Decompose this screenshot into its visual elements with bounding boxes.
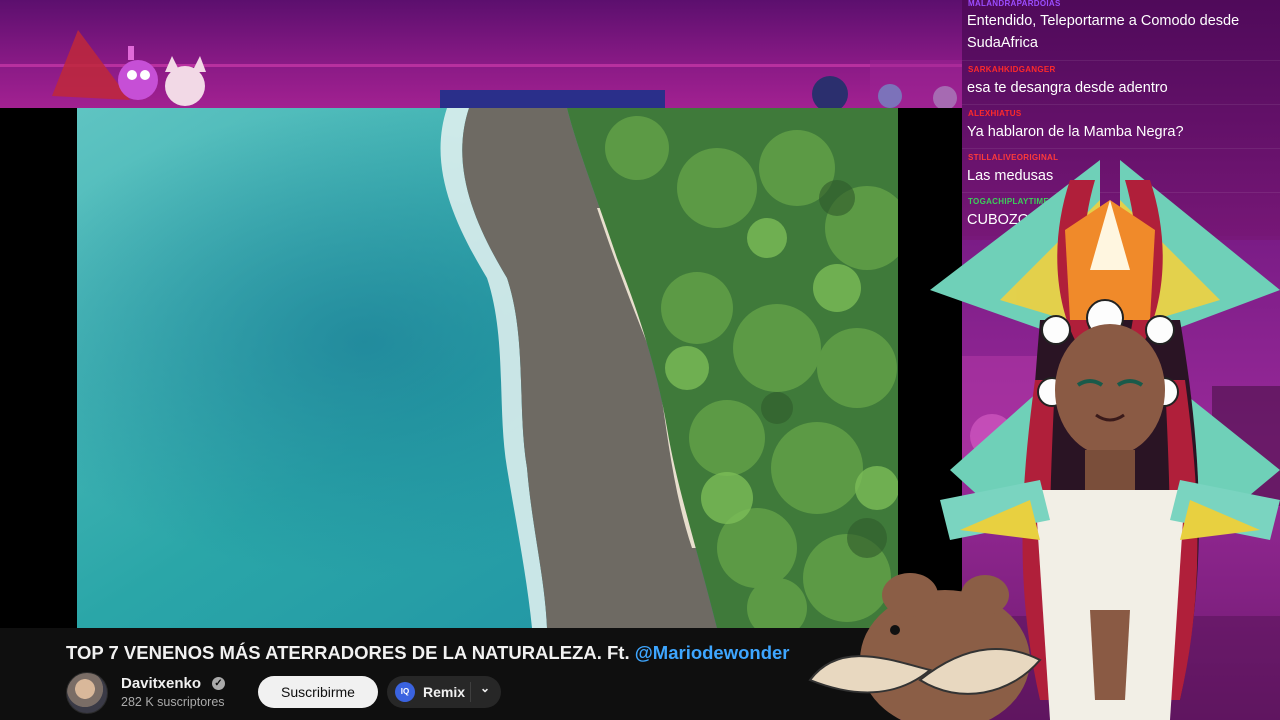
stream-top-banner [0,0,962,108]
video-frame-aerial-coast[interactable] [77,108,898,628]
chat-separator [962,104,1280,105]
vtuber-avatar [808,160,1280,720]
chat-username: ALEXHIATUS [968,109,1022,118]
video-title: TOP 7 VENENOS MÁS ATERRADORES DE LA NATU… [66,642,790,664]
chat-separator [962,60,1280,61]
video-image [77,108,898,628]
remix-divider [470,682,471,702]
video-title-text: TOP 7 VENENOS MÁS ATERRADORES DE LA NATU… [66,642,635,663]
chat-text: esa te desangra desde adentro [967,80,1168,96]
subscribe-button[interactable]: Suscribirme [258,676,378,708]
subscriber-count: 282 K suscriptores [121,695,225,709]
remix-icon: IQ [395,682,415,702]
title-mention-link[interactable]: @Mariodewonder [635,642,790,663]
chevron-down-icon[interactable]: ⌄ [480,681,490,695]
remix-button[interactable]: IQ Remix ⌄ [387,676,501,708]
banner-decorations [52,30,962,108]
chat-username: SARKAHKIDGANGER [968,65,1056,74]
verified-check-icon: ✓ [212,677,225,690]
chat-text: Entendido, Teleportarme a Comodo desde S… [967,13,1240,51]
remix-label: Remix [423,684,466,700]
chat-username: MALANDRAPARDOIAS [968,0,1061,8]
channel-avatar[interactable] [66,672,108,714]
channel-name[interactable]: Davitxenko [121,675,201,692]
